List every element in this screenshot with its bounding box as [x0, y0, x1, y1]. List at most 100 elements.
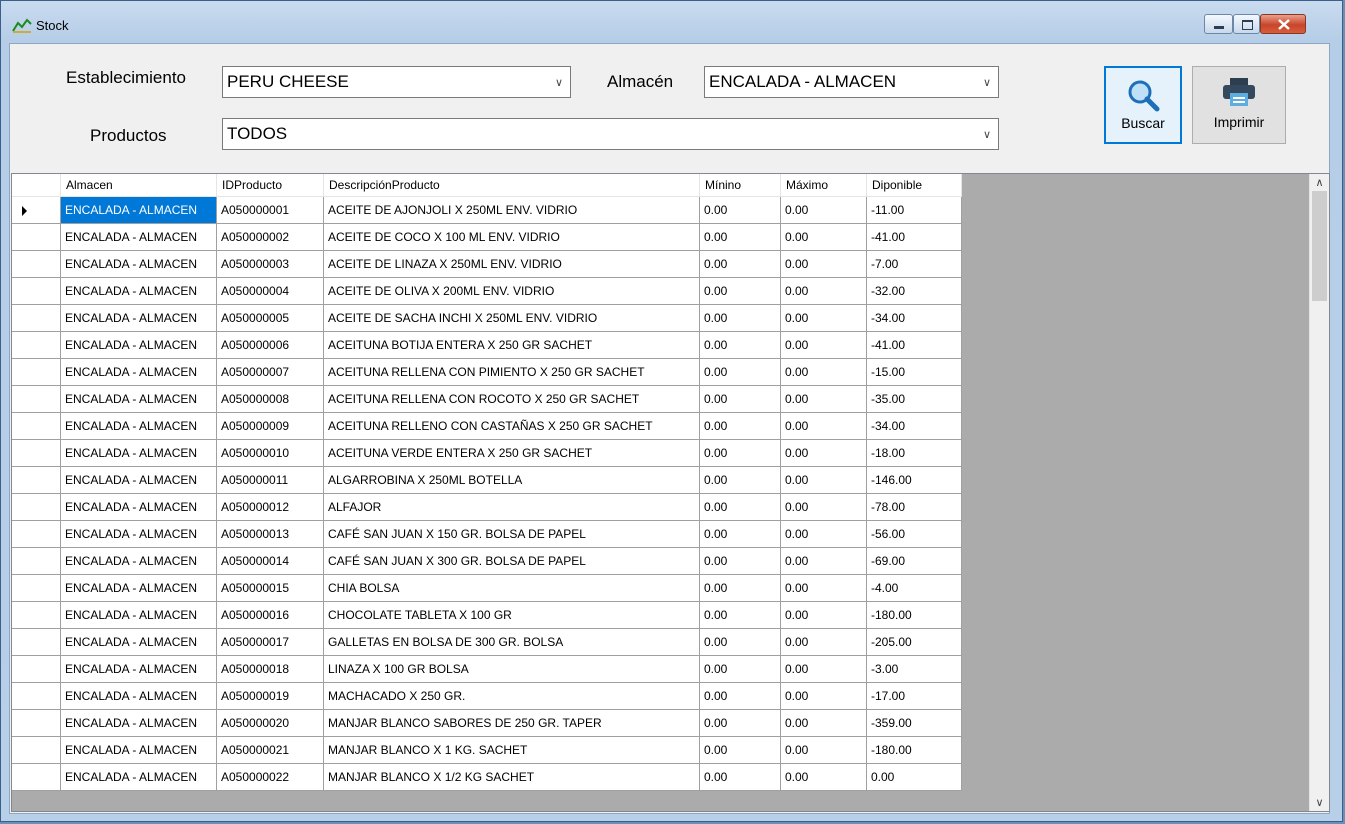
table-row[interactable]: ENCALADA - ALMACEN A050000012 ALFAJOR 0.00 0… [12, 493, 962, 521]
buscar-button[interactable]: Buscar [1104, 66, 1182, 144]
cell-almacen[interactable]: ENCALADA - ALMACEN [60, 250, 217, 278]
cell-idproducto[interactable]: A050000021 [216, 736, 324, 764]
row-header[interactable] [12, 304, 61, 332]
row-header[interactable] [12, 196, 61, 224]
cell-idproducto[interactable]: A050000019 [216, 682, 324, 710]
column-header-minimo[interactable]: Mínino [699, 174, 781, 197]
cell-maximo[interactable]: 0.00 [780, 331, 867, 359]
table-row[interactable]: ENCALADA - ALMACEN A050000017 GALLETAS EN … [12, 628, 962, 656]
cell-minimo[interactable]: 0.00 [699, 412, 781, 440]
table-row[interactable]: ENCALADA - ALMACEN A050000019 MACHACADO X … [12, 682, 962, 710]
cell-descripcion[interactable]: ALFAJOR [323, 493, 700, 521]
cell-descripcion[interactable]: ACEITUNA RELLENA CON ROCOTO X 250 GR SAC… [323, 385, 700, 413]
cell-almacen[interactable]: ENCALADA - ALMACEN [60, 439, 217, 467]
title-bar[interactable]: Stock [1, 1, 1342, 43]
table-row[interactable]: ENCALADA - ALMACEN A050000020 MANJAR BLANC… [12, 709, 962, 737]
cell-disponible[interactable]: -180.00 [866, 601, 962, 629]
row-header[interactable] [12, 223, 61, 251]
cell-minimo[interactable]: 0.00 [699, 223, 781, 251]
cell-idproducto[interactable]: A050000004 [216, 277, 324, 305]
row-header[interactable] [12, 493, 61, 521]
cell-almacen[interactable]: ENCALADA - ALMACEN [60, 412, 217, 440]
cell-maximo[interactable]: 0.00 [780, 304, 867, 332]
cell-maximo[interactable]: 0.00 [780, 223, 867, 251]
cell-idproducto[interactable]: A050000015 [216, 574, 324, 602]
cell-idproducto[interactable]: A050000010 [216, 439, 324, 467]
cell-minimo[interactable]: 0.00 [699, 439, 781, 467]
cell-minimo[interactable]: 0.00 [699, 385, 781, 413]
cell-disponible[interactable]: -15.00 [866, 358, 962, 386]
table-row[interactable]: ENCALADA - ALMACEN A050000003 ACEITE DE LI… [12, 250, 962, 278]
cell-disponible[interactable]: -17.00 [866, 682, 962, 710]
row-header[interactable] [12, 331, 61, 359]
cell-idproducto[interactable]: A050000012 [216, 493, 324, 521]
row-header[interactable] [12, 736, 61, 764]
cell-maximo[interactable]: 0.00 [780, 520, 867, 548]
row-header[interactable] [12, 250, 61, 278]
cell-maximo[interactable]: 0.00 [780, 493, 867, 521]
cell-disponible[interactable]: -205.00 [866, 628, 962, 656]
cell-almacen[interactable]: ENCALADA - ALMACEN [60, 682, 217, 710]
cell-almacen[interactable]: ENCALADA - ALMACEN [60, 601, 217, 629]
cell-maximo[interactable]: 0.00 [780, 277, 867, 305]
close-button[interactable] [1260, 14, 1306, 34]
cell-descripcion[interactable]: GALLETAS EN BOLSA DE 300 GR. BOLSA [323, 628, 700, 656]
cell-disponible[interactable]: -69.00 [866, 547, 962, 575]
row-header[interactable] [12, 358, 61, 386]
row-header[interactable] [12, 601, 61, 629]
cell-almacen[interactable]: ENCALADA - ALMACEN [60, 493, 217, 521]
scroll-up-arrow-icon[interactable]: ∧ [1310, 174, 1329, 191]
cell-idproducto[interactable]: A050000020 [216, 709, 324, 737]
table-row[interactable]: ENCALADA - ALMACEN A050000021 MANJAR BLANC… [12, 736, 962, 764]
cell-maximo[interactable]: 0.00 [780, 574, 867, 602]
row-header[interactable] [12, 655, 61, 683]
cell-disponible[interactable]: -34.00 [866, 304, 962, 332]
cell-disponible[interactable]: -11.00 [866, 196, 962, 224]
table-row[interactable]: ENCALADA - ALMACEN A050000022 MANJAR BLANC… [12, 763, 962, 791]
cell-descripcion[interactable]: ACEITUNA RELLENA CON PIMIENTO X 250 GR S… [323, 358, 700, 386]
table-row[interactable]: ENCALADA - ALMACEN A050000016 CHOCOLATE TA… [12, 601, 962, 629]
cell-disponible[interactable]: -41.00 [866, 331, 962, 359]
cell-minimo[interactable]: 0.00 [699, 493, 781, 521]
row-header[interactable] [12, 466, 61, 494]
cell-descripcion[interactable]: MACHACADO X 250 GR. [323, 682, 700, 710]
table-row[interactable]: ENCALADA - ALMACEN A050000008 ACEITUNA REL… [12, 385, 962, 413]
cell-minimo[interactable]: 0.00 [699, 277, 781, 305]
cell-descripcion[interactable]: ACEITE DE LINAZA X 250ML ENV. VIDRIO [323, 250, 700, 278]
table-row[interactable]: ENCALADA - ALMACEN A050000006 ACEITUNA BOT… [12, 331, 962, 359]
cell-minimo[interactable]: 0.00 [699, 682, 781, 710]
table-row[interactable]: ENCALADA - ALMACEN A050000009 ACEITUNA REL… [12, 412, 962, 440]
cell-minimo[interactable]: 0.00 [699, 331, 781, 359]
cell-almacen[interactable]: ENCALADA - ALMACEN [60, 574, 217, 602]
cell-descripcion[interactable]: ACEITUNA BOTIJA ENTERA X 250 GR SACHET [323, 331, 700, 359]
cell-minimo[interactable]: 0.00 [699, 466, 781, 494]
cell-almacen[interactable]: ENCALADA - ALMACEN [60, 736, 217, 764]
cell-descripcion[interactable]: CHIA BOLSA [323, 574, 700, 602]
cell-idproducto[interactable]: A050000001 [216, 196, 324, 224]
cell-disponible[interactable]: -7.00 [866, 250, 962, 278]
row-header[interactable] [12, 547, 61, 575]
cell-idproducto[interactable]: A050000013 [216, 520, 324, 548]
cell-minimo[interactable]: 0.00 [699, 709, 781, 737]
column-header-descripcion[interactable]: DescripciónProducto [323, 174, 700, 197]
cell-idproducto[interactable]: A050000008 [216, 385, 324, 413]
scroll-down-arrow-icon[interactable]: ∨ [1310, 794, 1329, 811]
cell-descripcion[interactable]: ACEITE DE SACHA INCHI X 250ML ENV. VIDRI… [323, 304, 700, 332]
cell-minimo[interactable]: 0.00 [699, 304, 781, 332]
cell-maximo[interactable]: 0.00 [780, 439, 867, 467]
cell-maximo[interactable]: 0.00 [780, 412, 867, 440]
table-row[interactable]: ENCALADA - ALMACEN A050000013 CAFÉ SAN JUA… [12, 520, 962, 548]
row-header[interactable] [12, 520, 61, 548]
vertical-scrollbar[interactable]: ∧ ∨ [1309, 174, 1329, 811]
cell-descripcion[interactable]: MANJAR BLANCO X 1 KG. SACHET [323, 736, 700, 764]
cell-maximo[interactable]: 0.00 [780, 466, 867, 494]
cell-descripcion[interactable]: CAFÉ SAN JUAN X 150 GR. BOLSA DE PAPEL [323, 520, 700, 548]
cell-disponible[interactable]: -180.00 [866, 736, 962, 764]
cell-disponible[interactable]: -4.00 [866, 574, 962, 602]
cell-descripcion[interactable]: ACEITE DE AJONJOLI X 250ML ENV. VIDRIO [323, 196, 700, 224]
cell-disponible[interactable]: 0.00 [866, 763, 962, 791]
cell-idproducto[interactable]: A050000017 [216, 628, 324, 656]
cell-maximo[interactable]: 0.00 [780, 547, 867, 575]
table-row[interactable]: ENCALADA - ALMACEN A050000005 ACEITE DE SA… [12, 304, 962, 332]
row-header[interactable] [12, 628, 61, 656]
